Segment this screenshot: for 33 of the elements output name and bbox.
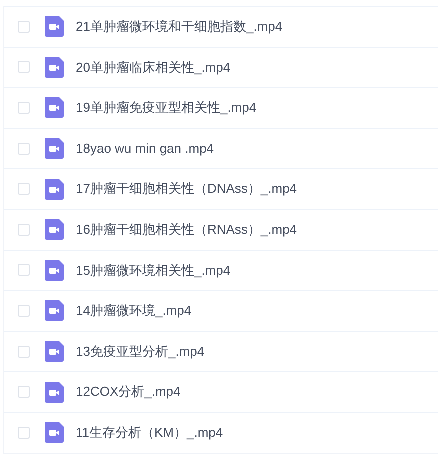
file-name[interactable]: 13免疫亚型分析_.mp4 bbox=[76, 342, 205, 362]
video-file-icon bbox=[45, 382, 64, 403]
video-file-icon bbox=[45, 16, 64, 38]
checkbox[interactable] bbox=[18, 304, 30, 317]
video-file-icon bbox=[45, 422, 64, 444]
checkbox[interactable] bbox=[18, 61, 30, 74]
file-name[interactable]: 14肿瘤微环境_.mp4 bbox=[76, 301, 192, 321]
video-file-icon bbox=[45, 300, 64, 322]
checkbox[interactable] bbox=[18, 386, 30, 398]
video-file-icon bbox=[45, 260, 64, 281]
checkbox[interactable] bbox=[18, 142, 30, 155]
file-name[interactable]: 21单肿瘤微环境和干细胞指数_.mp4 bbox=[76, 17, 283, 37]
video-file-icon bbox=[45, 56, 64, 78]
file-name[interactable]: 15肿瘤微环境相关性_.mp4 bbox=[76, 260, 231, 280]
checkbox[interactable] bbox=[18, 426, 30, 439]
file-name[interactable]: 12COX分析_.mp4 bbox=[76, 382, 181, 402]
checkbox[interactable] bbox=[18, 264, 30, 276]
file-name[interactable]: 20单肿瘤临床相关性_.mp4 bbox=[76, 58, 231, 78]
file-name[interactable]: 18yao wu min gan .mp4 bbox=[76, 138, 214, 158]
video-file-icon bbox=[45, 97, 64, 118]
file-name[interactable]: 17肿瘤干细胞相关性（DNAss）_.mp4 bbox=[76, 179, 298, 199]
video-file-icon bbox=[45, 219, 64, 240]
file-name[interactable]: 11生存分析（KM）_.mp4 bbox=[76, 422, 224, 442]
checkbox[interactable] bbox=[18, 102, 30, 114]
checkbox[interactable] bbox=[18, 346, 30, 358]
file-name[interactable]: 16肿瘤干细胞相关性（RNAss）_.mp4 bbox=[76, 220, 298, 240]
checkbox[interactable] bbox=[18, 224, 30, 236]
video-file-icon bbox=[45, 341, 64, 362]
checkbox[interactable] bbox=[18, 183, 30, 196]
video-file-icon bbox=[45, 138, 64, 160]
file-name[interactable]: 19单肿瘤免疫亚型相关性_.mp4 bbox=[76, 98, 257, 118]
video-file-icon bbox=[45, 178, 64, 200]
checkbox[interactable] bbox=[18, 20, 30, 33]
